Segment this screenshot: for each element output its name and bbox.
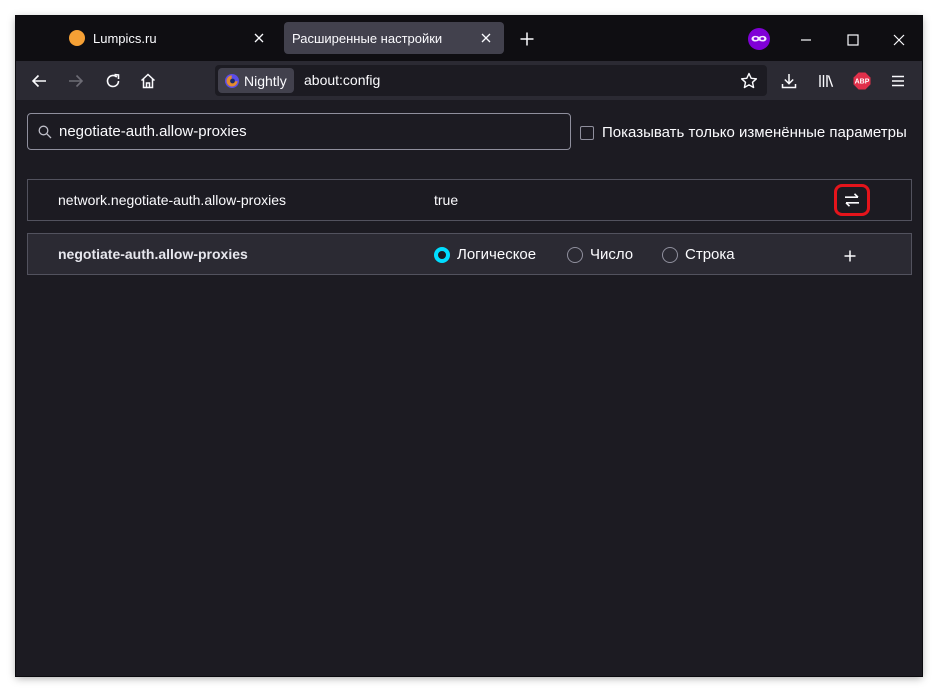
window-close-button[interactable] xyxy=(887,28,911,52)
tab-lumpics[interactable]: Lumpics.ru xyxy=(61,22,277,54)
type-radio-number[interactable]: Число xyxy=(567,246,633,263)
modified-only-label: Показывать только изменённые параметры xyxy=(602,124,907,141)
plus-icon xyxy=(844,250,856,262)
adblock-plus-button[interactable]: ABP xyxy=(851,70,873,92)
library-button[interactable] xyxy=(815,70,837,92)
tab-title: Lumpics.ru xyxy=(93,30,157,46)
forward-button[interactable] xyxy=(65,70,87,92)
radio-label: Строка xyxy=(685,246,735,263)
about-config-page: Показывать только изменённые параметры n… xyxy=(16,100,922,676)
home-button[interactable] xyxy=(137,70,159,92)
home-icon xyxy=(140,73,156,89)
new-pref-row: negotiate-auth.allow-proxies Логическое … xyxy=(27,233,912,275)
modified-only-toggle[interactable]: Показывать только изменённые параметры xyxy=(580,124,907,141)
downloads-button[interactable] xyxy=(778,70,800,92)
nav-bar: Nightly about:config ABP xyxy=(16,61,922,100)
app-menu-button[interactable] xyxy=(887,70,909,92)
abp-label: ABP xyxy=(855,79,870,86)
download-icon xyxy=(781,74,797,89)
radio-button[interactable] xyxy=(434,246,450,263)
back-button[interactable] xyxy=(28,70,50,92)
tab-advanced-settings[interactable]: Расширенные настройки xyxy=(284,22,504,54)
abp-icon: ABP xyxy=(853,72,871,90)
close-icon[interactable] xyxy=(476,28,496,48)
type-radio-boolean[interactable]: Логическое xyxy=(434,246,536,263)
search-box[interactable] xyxy=(27,113,571,150)
add-pref-button[interactable] xyxy=(840,246,860,266)
radio-button[interactable] xyxy=(567,246,583,263)
plus-icon xyxy=(520,32,534,46)
bookmark-star-button[interactable] xyxy=(738,70,760,92)
radio-label: Логическое xyxy=(457,246,537,263)
close-icon xyxy=(893,34,905,46)
new-tab-button[interactable] xyxy=(516,28,538,50)
arrow-right-icon xyxy=(69,74,84,88)
identity-label: Nightly xyxy=(244,72,287,89)
reload-icon xyxy=(106,73,120,88)
minimize-icon xyxy=(801,39,811,41)
search-icon xyxy=(38,125,52,139)
minimize-button[interactable] xyxy=(794,28,818,52)
search-input[interactable] xyxy=(59,114,559,149)
new-pref-name: negotiate-auth.allow-proxies xyxy=(58,246,248,262)
swap-arrows-icon xyxy=(845,193,859,207)
star-icon xyxy=(740,72,758,89)
private-browsing-icon xyxy=(746,26,772,52)
toggle-button[interactable] xyxy=(834,184,870,216)
hamburger-menu-icon xyxy=(892,75,904,87)
pref-row: network.negotiate-auth.allow-proxies tru… xyxy=(27,179,912,221)
radio-button[interactable] xyxy=(662,246,678,263)
reload-button[interactable] xyxy=(102,70,124,92)
pref-value: true xyxy=(434,192,459,208)
radio-label: Число xyxy=(590,246,634,263)
url-text[interactable]: about:config xyxy=(304,72,380,88)
close-icon[interactable] xyxy=(249,28,269,48)
type-radio-string[interactable]: Строка xyxy=(662,246,735,263)
arrow-left-icon xyxy=(31,74,46,88)
nightly-logo-icon xyxy=(225,73,239,88)
maximize-button[interactable] xyxy=(841,28,865,52)
tab-strip: Lumpics.ru Расширенные настройки xyxy=(16,16,922,61)
browser-window: Lumpics.ru Расширенные настройки Nightly… xyxy=(16,16,922,676)
identity-box[interactable]: Nightly xyxy=(218,68,294,93)
url-bar[interactable]: Nightly about:config xyxy=(215,65,767,96)
pref-name: network.negotiate-auth.allow-proxies xyxy=(58,192,287,208)
maximize-icon xyxy=(847,34,859,46)
modified-only-checkbox[interactable] xyxy=(580,125,594,140)
tab-title: Расширенные настройки xyxy=(292,30,443,46)
library-icon xyxy=(819,75,834,88)
orange-dot-icon xyxy=(69,30,85,46)
